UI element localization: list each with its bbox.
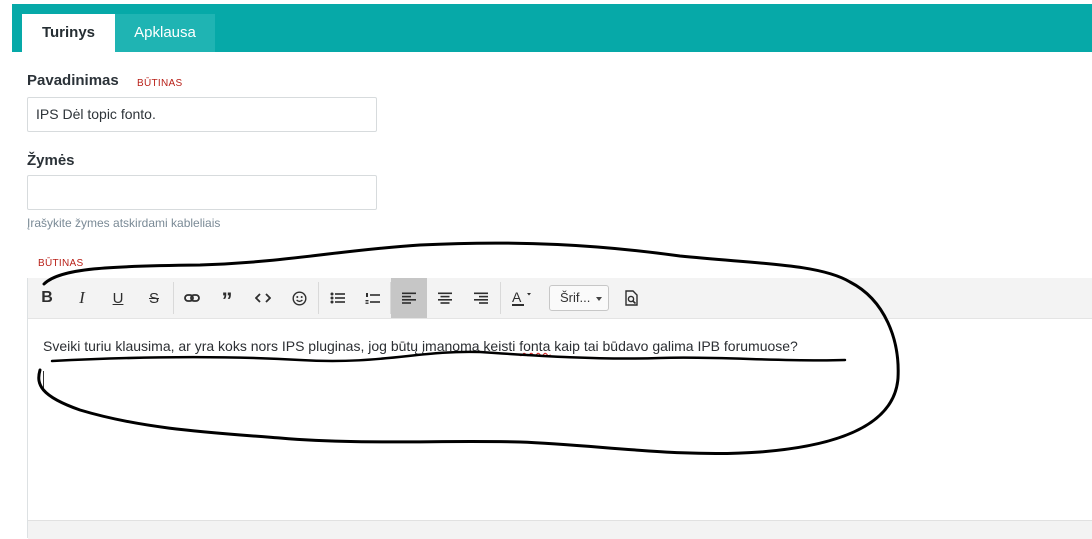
text-color-button[interactable]: A bbox=[502, 278, 542, 318]
underline-button[interactable]: U bbox=[101, 278, 135, 318]
strikethrough-button[interactable]: S bbox=[137, 278, 171, 318]
rich-text-editor: B I U S ” A Šrif... Sveiki turiu klausim… bbox=[27, 278, 1092, 539]
editor-text: Sveiki turiu klausima, ar yra koks nors … bbox=[43, 338, 520, 354]
content-required-badge: BŪTINAS bbox=[38, 258, 84, 269]
align-right-icon bbox=[474, 292, 488, 304]
quote-icon: ” bbox=[221, 288, 233, 313]
quote-button[interactable]: ” bbox=[210, 278, 244, 318]
emoji-button[interactable] bbox=[282, 278, 316, 318]
emoji-icon bbox=[291, 290, 307, 306]
strikethrough-icon: S bbox=[148, 289, 159, 307]
toolbar-separator bbox=[173, 282, 174, 314]
text-cursor bbox=[43, 371, 44, 391]
tags-hint: Įrašykite žymes atskirdami kableliais bbox=[27, 216, 221, 230]
tags-label: Žymės bbox=[27, 152, 75, 169]
preview-icon bbox=[625, 290, 638, 306]
align-center-icon bbox=[438, 292, 452, 304]
chevron-down-icon bbox=[596, 297, 602, 301]
align-left-icon bbox=[402, 292, 416, 304]
bold-button[interactable]: B bbox=[30, 278, 64, 318]
align-center-button[interactable] bbox=[428, 278, 462, 318]
editor-content[interactable]: Sveiki turiu klausima, ar yra koks nors … bbox=[43, 338, 798, 354]
align-left-button[interactable] bbox=[391, 278, 427, 318]
svg-text:A: A bbox=[512, 289, 522, 305]
toolbar-separator bbox=[500, 282, 501, 314]
text-color-icon: A bbox=[512, 289, 531, 306]
bulleted-list-icon bbox=[330, 292, 345, 304]
title-label: Pavadinimas bbox=[27, 72, 119, 89]
tab-turinys[interactable]: Turinys bbox=[22, 14, 115, 52]
editor-toolbar: B I U S ” A Šrif... bbox=[28, 278, 1092, 319]
tab-apklausa[interactable]: Apklausa bbox=[115, 14, 215, 52]
tags-input[interactable] bbox=[27, 175, 377, 210]
font-family-select[interactable]: Šrif... bbox=[549, 285, 609, 311]
link-icon bbox=[184, 294, 200, 302]
bold-icon: B bbox=[41, 289, 53, 306]
code-icon bbox=[255, 293, 271, 303]
misspelled-word: fonta bbox=[519, 338, 551, 354]
italic-button[interactable]: I bbox=[65, 278, 99, 318]
tab-bar: Turinys Apklausa bbox=[12, 4, 1092, 52]
underline-icon: U bbox=[112, 289, 124, 307]
bulleted-list-button[interactable] bbox=[320, 278, 354, 318]
italic-icon: I bbox=[79, 288, 85, 307]
numbered-list-icon bbox=[365, 292, 380, 304]
toolbar-separator bbox=[318, 282, 319, 314]
link-button[interactable] bbox=[175, 278, 209, 318]
editor-text-end: kaip tai būdavo galima IPB forumuose? bbox=[550, 338, 798, 354]
editor-footer bbox=[28, 520, 1092, 539]
title-required-badge: BŪTINAS bbox=[137, 78, 183, 89]
align-right-button[interactable] bbox=[464, 278, 498, 318]
preview-button[interactable] bbox=[615, 278, 649, 318]
title-input[interactable]: IPS Dėl topic fonto. bbox=[27, 97, 377, 132]
code-button[interactable] bbox=[246, 278, 280, 318]
numbered-list-button[interactable] bbox=[355, 278, 389, 318]
font-family-select-label: Šrif... bbox=[560, 290, 591, 305]
